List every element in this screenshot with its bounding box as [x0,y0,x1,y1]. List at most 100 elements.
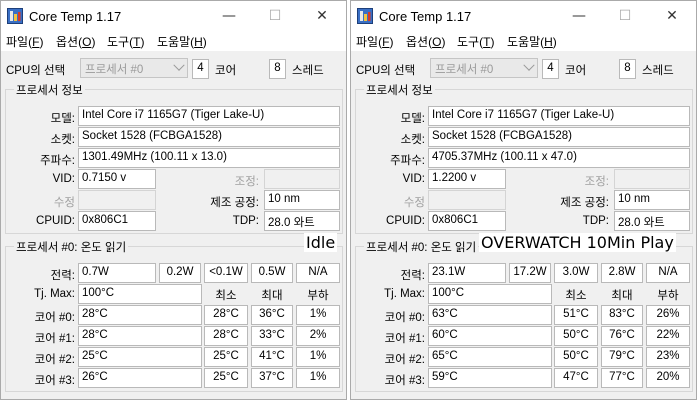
title-bar[interactable]: Core Temp 1.17 — ☐ ✕ [351,1,696,31]
window-title: Core Temp 1.17 [379,9,472,24]
core-load-field: 22% [646,326,690,346]
core-max-field: 41°C [251,347,293,367]
frequency-label: 주파수: [390,155,425,167]
core-load-field: 20% [646,368,690,388]
load-header: 부하 [657,290,679,302]
menu-tools[interactable]: 도구(T) [457,33,494,50]
socket-label: 소켓: [50,134,75,146]
processor-info-title: 프로세서 정보 [14,82,85,98]
core-label: 코어 #2: [34,354,75,366]
adjust-label: 조정: [234,176,259,188]
menu-tools-accel: T [133,35,141,49]
chevron-down-icon [523,59,535,71]
cpuid-field: 0x806C1 [78,211,156,231]
minimize-button[interactable]: — [206,1,252,31]
lithography-field: 10 nm [614,190,690,210]
core-load-field: 1% [296,347,340,367]
model-field: Intel Core i7 1165G7 (Tiger Lake-U) [78,106,340,126]
core-min-field: 28°C [204,326,248,346]
core-temp-field: 28°C [78,326,202,346]
threads-label: 스레드 [292,65,324,77]
close-button[interactable]: ✕ [649,1,695,31]
menu-options[interactable]: 옵션(O) [406,33,445,50]
core-min-field: 25°C [204,347,248,367]
power-graphics-field: 0.5W [251,263,293,283]
title-bar[interactable]: Core Temp 1.17 — ☐ ✕ [1,1,346,31]
vid-field: 1.2200 v [428,169,506,189]
chevron-down-icon [173,59,185,71]
menu-options[interactable]: 옵션(O) [56,33,95,50]
threads-count: 8 [619,59,636,79]
menu-options-accel: O [82,35,92,49]
cpuid-field: 0x806C1 [428,211,506,231]
menu-file[interactable]: 파일(F) [6,33,43,50]
menu-tools[interactable]: 도구(T) [107,33,144,50]
processor-select-value: 프로세서 #0 [435,64,494,76]
core-temp-window-idle: Core Temp 1.17 — ☐ ✕ 파일(F) 옵션(O) 도구(T) 도… [0,0,347,400]
cpuid-label: CPUID: [36,215,75,227]
frequency-field: 4705.37MHz (100.11 x 47.0) [428,148,690,168]
minimize-icon: — [572,8,586,24]
core-temp-window-gaming: Core Temp 1.17 — ☐ ✕ 파일(F) 옵션(O) 도구(T) 도… [350,0,697,400]
core-max-field: 83°C [601,305,643,325]
core-label: 코어 #3: [34,375,75,387]
maximize-button[interactable]: ☐ [252,1,298,31]
core-label: 코어 #1: [384,333,425,345]
lithography-field: 10 nm [264,190,340,210]
power-label: 전력: [400,270,425,282]
maximize-button[interactable]: ☐ [602,1,648,31]
power-uncore-field: 3.0W [554,263,598,283]
revision-field [428,190,506,210]
socket-field: Socket 1528 (FCBGA1528) [428,127,690,147]
core-load-field: 2% [296,326,340,346]
processor-select[interactable]: 프로세서 #0 [430,58,538,78]
revision-field [78,190,156,210]
adjust-field [614,169,690,189]
close-icon: ✕ [666,8,678,24]
scenario-caption: OVERWATCH 10Min Play [479,233,676,252]
adjust-field [264,169,340,189]
processor-select-value: 프로세서 #0 [85,64,144,76]
maximize-icon: ☐ [618,8,632,24]
menu-file[interactable]: 파일(F) [356,33,393,50]
tjmax-field: 100°C [78,284,202,304]
min-header: 최소 [215,290,237,302]
cpu-select-label: CPU의 선택 [356,65,416,77]
core-min-field: 51°C [554,305,598,325]
temperature-group-title: 프로세서 #0: 온도 읽기 [14,239,129,255]
scenario-caption: Idle [304,233,338,252]
tdp-label: TDP: [582,215,609,227]
power-graphics-field: 2.8W [601,263,643,283]
core-label: 코어 #3: [384,375,425,387]
menu-options-label: 옵션 [406,35,429,49]
menu-help[interactable]: 도움말(H) [157,33,207,50]
minimize-icon: — [222,8,236,24]
core-load-field: 26% [646,305,690,325]
core-max-field: 36°C [251,305,293,325]
processor-info-title: 프로세서 정보 [364,82,435,98]
tdp-field: 28.0 와트 [614,211,690,231]
minimize-button[interactable]: — [556,1,602,31]
core-label: 코어 #1: [34,333,75,345]
socket-field: Socket 1528 (FCBGA1528) [78,127,340,147]
tjmax-field: 100°C [428,284,552,304]
menu-help[interactable]: 도움말(H) [507,33,557,50]
menu-options-label: 옵션 [56,35,79,49]
core-temp-app-icon [357,8,373,24]
menu-file-label: 파일 [356,35,379,49]
load-header: 부하 [307,290,329,302]
processor-select[interactable]: 프로세서 #0 [80,58,188,78]
power-package-field: 23.1W [428,263,506,283]
core-load-field: 23% [646,347,690,367]
cpuid-label: CPUID: [386,215,425,227]
close-button[interactable]: ✕ [299,1,345,31]
core-max-field: 77°C [601,368,643,388]
socket-label: 소켓: [400,134,425,146]
core-temp-app-icon [7,8,23,24]
tjmax-label: Tj. Max: [34,288,75,300]
menu-options-accel: O [432,35,442,49]
power-cores-field: 17.2W [509,263,551,283]
model-field: Intel Core i7 1165G7 (Tiger Lake-U) [428,106,690,126]
menu-help-accel: H [194,35,203,49]
core-max-field: 33°C [251,326,293,346]
